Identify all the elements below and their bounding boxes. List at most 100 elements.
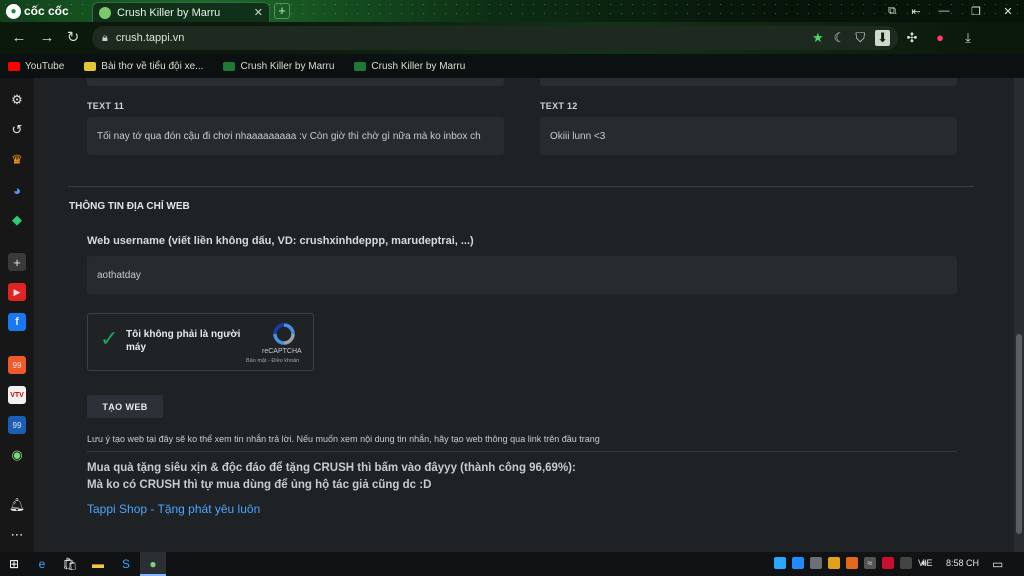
dark-mode-moon-icon[interactable]: ☾ [834,30,846,46]
bookmark-label: Crush Killer by Marru [240,60,335,72]
reload-icon[interactable]: ↻ [64,30,82,46]
section-divider [68,186,974,187]
screen: ● cốc cốc Crush Killer by Marru ✕ + ⧉ ⇤ … [0,0,1024,576]
bookmark-bai-tho[interactable]: Bài thơ về tiểu đội xe... [84,61,203,72]
wifi-icon[interactable]: ≈ [864,557,876,569]
back-arrow-icon[interactable]: ← [10,30,28,46]
text11-label: TEXT 11 [87,101,125,111]
bookmark-label: Bài thơ về tiểu đội xe... [101,60,204,72]
previous-text-field[interactable] [540,78,957,86]
cube-icon[interactable]: ◉ [8,446,26,464]
history-icon[interactable]: ↺ [8,121,26,139]
address-bar: ← → ↻ 🔒︎ crush.tappi.vn ★ ☾ ⛉ ⬇ ✣ ● ⤓ [0,22,1024,54]
browser-brand[interactable]: ● cốc cốc [6,3,69,19]
title-bar: ● cốc cốc Crush Killer by Marru ✕ + ⧉ ⇤ … [0,0,1024,22]
store-icon[interactable]: 🛍︎ [62,556,78,572]
file-explorer-icon[interactable]: ▬ [90,556,106,572]
clock[interactable]: 8:58 CH [946,558,979,568]
toolbar-icons: ✣ ● ⤓ [904,30,976,46]
bookmark-favicon-icon [223,61,236,71]
coccoc-taskbar-icon[interactable]: ● [145,556,161,572]
bookmark-label: Crush Killer by Marru [371,60,466,72]
recaptcha-logo-icon [273,323,295,345]
gear-icon[interactable]: ⚙ [8,91,26,109]
downloads-icon[interactable]: ⤓ [960,30,976,46]
screenshot-icon[interactable]: ⧉ [880,0,904,22]
checkmark-icon[interactable]: ✓ [100,326,118,352]
star-icon[interactable]: ★ [812,30,824,46]
youtube-icon[interactable]: ▶ [8,283,26,301]
shield-tray-icon[interactable] [846,557,858,569]
page-scrollbar[interactable] [1014,78,1024,552]
extensions-puzzle-icon[interactable]: ✣ [904,30,920,46]
bookmark-label: YouTube [25,60,65,72]
tab-close-icon[interactable]: ✕ [254,6,263,19]
youtube-icon [8,61,20,71]
forward-arrow-icon[interactable]: → [38,30,56,46]
sidebar-toggle-icon[interactable]: ⇤ [904,0,928,22]
text12-label: TEXT 12 [540,101,578,111]
app-99-icon[interactable]: 99 [8,356,26,374]
create-web-button[interactable]: TẠO WEB [87,395,163,418]
more-icon[interactable]: ⋯ [8,526,26,544]
restore-button[interactable]: ❐ [960,0,992,22]
omnibox-actions: ★ ☾ ⛉ ⬇ [812,30,890,46]
skype-tray-icon[interactable] [774,557,786,569]
promo-text: Mua quà tặng siêu xịn & độc đáo để tặng … [87,460,576,494]
profile-avatar-icon[interactable]: ● [932,30,948,46]
scrollbar-thumb[interactable] [1016,334,1022,534]
previous-text-field[interactable] [87,78,504,86]
messenger-icon[interactable]: ◕ [8,181,26,199]
close-window-button[interactable]: ✕ [992,0,1024,22]
news-99-icon[interactable]: 99 [8,416,26,434]
new-tab-button[interactable]: + [274,3,290,19]
taskbar: ⊞ e 🛍︎ ▬ S ● ≈ 🔊︎ VIE 8:58 CH ▭ [0,552,1024,576]
bookmark-crush-killer-1[interactable]: Crush Killer by Marru [223,61,334,72]
url-text: crush.tappi.vn [115,32,185,44]
system-tray: ≈ 🔊︎ [774,557,930,569]
app-tray-icon[interactable] [792,557,804,569]
minimize-button[interactable]: — [928,0,960,22]
language-indicator[interactable]: VIE [918,558,933,568]
pen-tray-icon[interactable] [900,557,912,569]
shield-icon[interactable]: ⛉ [855,30,865,46]
tab-title: Crush Killer by Marru [117,6,221,19]
bookmarks-bar: YouTube Bài thơ về tiểu đội xe... Crush … [0,54,1024,78]
recaptcha-widget[interactable]: ✓ Tôi không phải là người máy reCAPTCHA … [87,313,314,371]
note-text: Lưu ý tạo web tại đây sẽ ko thể xem tin … [87,434,600,444]
windows-start-icon[interactable]: ⊞ [6,556,22,572]
download-page-icon[interactable]: ⬇ [875,30,890,46]
active-tab[interactable]: Crush Killer by Marru ✕ [92,2,270,22]
edge-icon[interactable]: e [34,556,50,572]
tappi-shop-link[interactable]: Tappi Shop - Tặng phát yêu luôn [87,502,260,516]
username-input[interactable]: aothatday [87,256,957,294]
bookmark-favicon-icon [354,61,367,71]
url-input[interactable]: 🔒︎ crush.tappi.vn ★ ☾ ⛉ ⬇ [92,26,898,50]
game-icon[interactable]: ◆ [8,211,26,229]
recaptcha-brand: reCAPTCHA [262,348,302,355]
coccoc-logo-icon: ● [6,3,21,19]
window-controls: ⧉ ⇤ — ❐ ✕ [880,0,1024,22]
add-icon[interactable]: + [8,253,26,271]
text12-input[interactable]: Okiii lunn <3 [540,117,957,155]
browser-sidebar: ⚙ ↺ ♛ ◕ ◆ + ▶ f 99 VTV 99 ◉ 🔔︎ ⋯ [0,78,34,552]
facebook-icon[interactable]: f [8,313,26,331]
bookmark-favicon-icon [84,61,97,71]
promo-line-2: Mà ko có CRUSH thì tự mua dùng để ủng hộ… [87,479,432,491]
notification-icon[interactable]: ▭ [992,557,1003,571]
antivirus-tray-icon[interactable] [882,557,894,569]
vtv-icon[interactable]: VTV [8,386,26,404]
crown-icon[interactable]: ♛ [8,151,26,169]
text11-input[interactable]: Tối nay tớ qua đón cậu đi chơi nhaaaaaaa… [87,117,504,155]
username-label: Web username (viết liền không dấu, VD: c… [87,235,474,247]
tab-favicon-icon [99,6,111,19]
bookmark-crush-killer-2[interactable]: Crush Killer by Marru [354,61,465,72]
bell-icon[interactable]: 🔔︎ [8,496,26,514]
bookmark-youtube[interactable]: YouTube [8,61,64,72]
recaptcha-text: Tôi không phải là người máy [126,329,241,353]
lock-icon: 🔒︎ [102,31,108,44]
skype-icon[interactable]: S [118,556,134,572]
recaptcha-links[interactable]: Bảo mật - Điều khoản [246,358,299,364]
device-tray-icon[interactable] [810,557,822,569]
fox-tray-icon[interactable] [828,557,840,569]
